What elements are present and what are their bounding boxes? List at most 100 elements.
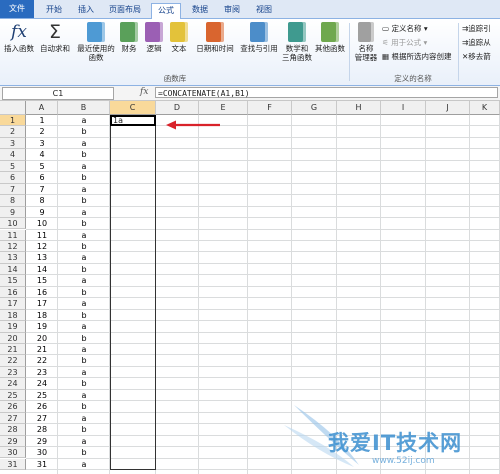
row-header[interactable]: 17 [0, 298, 26, 310]
autosum-button[interactable]: Σ 自动求和 [38, 22, 72, 53]
cell-a[interactable]: 22 [26, 355, 58, 366]
lookup-button[interactable]: 查找与引用 [237, 22, 281, 53]
row-header[interactable]: 14 [0, 263, 26, 276]
row-header[interactable]: 5 [0, 160, 26, 173]
row-header[interactable]: 25 [0, 389, 26, 402]
cell-a[interactable]: 24 [26, 378, 58, 389]
row-header[interactable]: 18 [0, 309, 26, 322]
cell-b[interactable]: b [58, 355, 110, 366]
tab-file[interactable]: 文件 [0, 0, 34, 18]
tab-formulas[interactable]: 公式 [151, 3, 181, 19]
cell-a[interactable]: 26 [26, 401, 58, 412]
tab-view[interactable]: 视图 [250, 3, 278, 17]
cell-a[interactable]: 29 [26, 436, 58, 447]
cell-a[interactable]: 5 [26, 161, 58, 172]
cell-a[interactable]: 28 [26, 424, 58, 435]
more-functions-button[interactable]: 其他函数 [313, 22, 347, 53]
row-header[interactable]: 7 [0, 183, 26, 196]
cell-b[interactable]: b [58, 333, 110, 344]
cell-b[interactable]: a [58, 367, 110, 378]
cell-b[interactable]: b [58, 287, 110, 298]
row-header[interactable]: 9 [0, 206, 26, 219]
use-in-formula-button[interactable]: ⚟ 用于公式 ▾ [382, 37, 427, 48]
logical-button[interactable]: 逻辑 [143, 22, 165, 53]
date-time-button[interactable]: 日期和时间 [193, 22, 237, 53]
row-header[interactable]: 13 [0, 252, 26, 264]
cell-a[interactable]: 1 [26, 115, 58, 126]
cell-a[interactable]: 17 [26, 298, 58, 309]
cell-b[interactable]: b [58, 447, 110, 458]
row-header[interactable]: 10 [0, 218, 26, 230]
cell-a[interactable]: 25 [26, 390, 58, 401]
row-header[interactable]: 23 [0, 366, 26, 379]
cell-b[interactable]: a [58, 138, 110, 149]
cell-b[interactable]: b [58, 195, 110, 206]
recent-functions-button[interactable]: 最近使用的 函数 [74, 22, 118, 62]
cell-b[interactable]: b [58, 424, 110, 435]
cell-a[interactable]: 4 [26, 149, 58, 160]
column-header-d[interactable]: D [156, 101, 199, 115]
row-header[interactable]: 4 [0, 149, 26, 161]
cell-b[interactable]: b [58, 310, 110, 321]
trace-dependents-button[interactable]: ⇉追踪从 [462, 37, 491, 48]
row-header[interactable]: 3 [0, 137, 26, 150]
cell-b[interactable]: a [58, 459, 110, 470]
cell-b[interactable]: a [58, 321, 110, 332]
cell-a[interactable]: 18 [26, 310, 58, 321]
cell-b[interactable]: b [58, 218, 110, 229]
cell-a[interactable]: 3 [26, 138, 58, 149]
name-box[interactable]: C1 [2, 87, 114, 100]
row-header[interactable]: 12 [0, 240, 26, 253]
row-header[interactable]: 1 [0, 115, 26, 127]
row-header[interactable]: 15 [0, 275, 26, 287]
math-trig-button[interactable]: 数学和 三角函数 [281, 22, 313, 62]
column-header-e[interactable]: E [199, 101, 248, 115]
row-header[interactable]: 28 [0, 424, 26, 436]
row-header[interactable]: 31 [0, 458, 26, 470]
cell-a[interactable]: 16 [26, 287, 58, 298]
tab-insert[interactable]: 插入 [72, 3, 100, 17]
cell-b[interactable]: a [58, 390, 110, 401]
cell-b[interactable]: a [58, 413, 110, 424]
select-all-corner[interactable] [0, 101, 26, 115]
formula-input[interactable]: =CONCATENATE(A1,B1) [155, 87, 498, 98]
cell-a[interactable]: 2 [26, 126, 58, 137]
cell-a[interactable]: 6 [26, 172, 58, 183]
cell-a[interactable]: 11 [26, 230, 58, 241]
row-header[interactable]: 11 [0, 229, 26, 241]
cell-b[interactable]: a [58, 298, 110, 309]
cell-a[interactable]: 12 [26, 241, 58, 252]
cell-a[interactable]: 27 [26, 413, 58, 424]
column-header-k[interactable]: K [470, 101, 500, 115]
cell-b[interactable]: a [58, 230, 110, 241]
create-from-selection-button[interactable]: ▦ 根据所选内容创建 [382, 51, 451, 62]
cell-b[interactable]: a [58, 344, 110, 355]
remove-arrows-button[interactable]: ✕移去箭 [462, 51, 491, 62]
tab-data[interactable]: 数据 [186, 3, 214, 17]
row-header[interactable]: 19 [0, 321, 26, 333]
text-button[interactable]: 文本 [168, 22, 190, 53]
cell-b[interactable]: a [58, 184, 110, 195]
cell-a[interactable]: 31 [26, 459, 58, 470]
name-manager-button[interactable]: 名称 管理器 [352, 22, 380, 62]
cell-a[interactable]: 7 [26, 184, 58, 195]
row-header[interactable]: 6 [0, 172, 26, 184]
trace-precedents-button[interactable]: ⇉追踪引 [462, 23, 491, 34]
cell-a[interactable]: 23 [26, 367, 58, 378]
cell-a[interactable]: 20 [26, 333, 58, 344]
cell-a[interactable]: 21 [26, 344, 58, 355]
row-header[interactable]: 24 [0, 378, 26, 390]
insert-function-button[interactable]: fx 插入函数 [2, 22, 36, 53]
tab-home[interactable]: 开始 [40, 3, 68, 17]
row-header[interactable]: 2 [0, 126, 26, 138]
cell-a[interactable]: 13 [26, 252, 58, 263]
cell-a[interactable]: 8 [26, 195, 58, 206]
row-header[interactable]: 29 [0, 435, 26, 448]
cell-b[interactable]: b [58, 401, 110, 412]
column-header-c[interactable]: C [110, 101, 156, 115]
cell-b[interactable]: b [58, 172, 110, 183]
cell-b[interactable]: a [58, 252, 110, 263]
row-header[interactable]: 30 [0, 447, 26, 459]
row-header[interactable]: 21 [0, 344, 26, 356]
column-header-i[interactable]: I [381, 101, 426, 115]
